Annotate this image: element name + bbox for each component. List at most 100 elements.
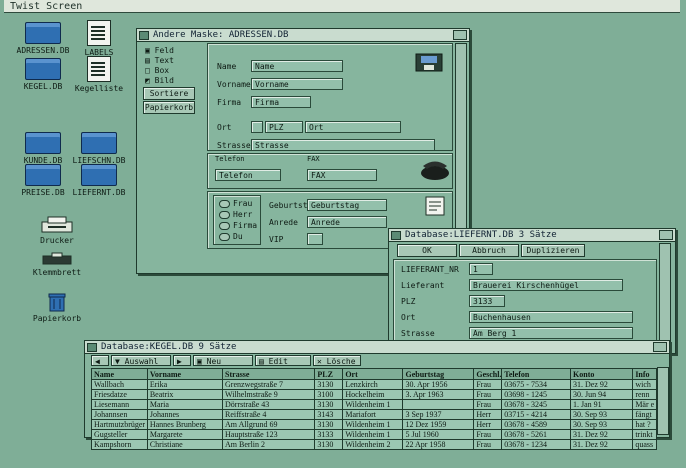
desktop-icon-liefernt[interactable]: LIEFERNT.DB: [62, 164, 136, 197]
form-window-titlebar[interactable]: Andere Maske: ADRESSEN.DB: [137, 29, 469, 42]
tool-box[interactable]: □ Box: [145, 66, 169, 75]
column-header[interactable]: Ort: [342, 368, 404, 380]
column-header[interactable]: Geburtstag: [402, 368, 475, 380]
table-cell: 30. Sep 93: [570, 419, 634, 430]
icon-label: Papierkorb: [32, 314, 82, 323]
radio-icon: [219, 199, 230, 208]
firma-field[interactable]: Firma: [251, 96, 311, 108]
form-window-title: Andere Maske: ADRESSEN.DB: [153, 30, 289, 40]
disk-icon: [415, 53, 443, 72]
ort-prefix-field[interactable]: [251, 121, 263, 133]
column-header[interactable]: Strasse: [222, 368, 316, 380]
screen-title-bar[interactable]: Twist Screen: [4, 0, 680, 13]
column-header[interactable]: Geschl.: [473, 368, 503, 380]
column-header[interactable]: Info: [632, 368, 657, 380]
table-cell: Herr: [473, 409, 503, 420]
papierkorb-button[interactable]: Papierkorb: [143, 101, 195, 114]
radio-frau[interactable]: Frau: [219, 199, 252, 208]
desktop-icon-papierkorb[interactable]: Papierkorb: [20, 292, 94, 323]
plz-field[interactable]: PLZ: [265, 121, 303, 133]
strasse-label: Strasse: [217, 141, 251, 150]
ok-button[interactable]: OK: [397, 244, 457, 257]
nav-first-icon[interactable]: ◀: [91, 355, 109, 366]
telephone-icon: [421, 161, 449, 180]
desktop-icon-kegelliste[interactable]: Kegelliste: [62, 56, 136, 93]
tool-label: Feld: [154, 46, 174, 55]
lieferant-field[interactable]: Brauerei Kirschenhügel: [469, 279, 623, 291]
neu-button[interactable]: ▣ Neu: [193, 355, 253, 366]
vip-field[interactable]: [307, 233, 323, 245]
strasse-field[interactable]: Am Berg 1: [469, 327, 633, 339]
tool-label: Text: [154, 56, 174, 65]
column-header[interactable]: Konto: [570, 368, 634, 380]
table-scrollbar[interactable]: [657, 367, 669, 435]
table-row[interactable]: Kampshorn Christiane Am Berlin 2 3130 Wilden…: [91, 439, 657, 450]
table-cell: Johannsen: [91, 409, 148, 420]
table-row[interactable]: Hartmutzbrüger Hannes Brunberg Am Allgrund…: [91, 419, 657, 430]
depth-icon[interactable]: [453, 30, 467, 40]
ok-label: OK: [422, 246, 432, 255]
table-cell: Reiffstraße 4: [222, 409, 316, 420]
strasse-label: Strasse: [401, 329, 435, 338]
strasse-field[interactable]: Strasse: [251, 139, 435, 151]
loesche-button[interactable]: ✕ Lösche: [313, 355, 361, 366]
edit-button[interactable]: ▤ Edit: [255, 355, 311, 366]
icon-label: KEGEL.DB: [23, 82, 63, 91]
column-header[interactable]: PLZ: [314, 368, 344, 380]
sortiere-button[interactable]: Sortiere: [143, 87, 195, 100]
tool-text[interactable]: ▤ Text: [145, 56, 174, 65]
table-cell: 3100: [314, 389, 344, 400]
desktop-icon-labels[interactable]: LABELS: [62, 20, 136, 57]
table-cell: Grenzwegstraße 7: [222, 379, 316, 390]
radio-firma[interactable]: Firma: [219, 221, 257, 230]
plz-field[interactable]: 3133: [469, 295, 505, 307]
anrede-field[interactable]: Anrede: [307, 216, 387, 228]
nav-next-icon[interactable]: ▶: [173, 355, 191, 366]
column-header[interactable]: Telefon: [501, 368, 572, 380]
table-row[interactable]: Liesemann Maria Dörrstraße 43 3130 Wildenhei…: [91, 399, 657, 410]
column-header[interactable]: Name: [91, 368, 148, 380]
desktop-icon-klemmbrett[interactable]: Klemmbrett: [20, 252, 94, 277]
table-cell: wich: [632, 379, 657, 390]
radio-herr[interactable]: Herr: [219, 210, 252, 219]
table-row[interactable]: Friesdatze Beatrix Wilhelmstraße 9 3100 Hock…: [91, 389, 657, 400]
radio-label: Frau: [233, 199, 253, 208]
table-window[interactable]: Database:KEGEL.DB 9 Sätze ◀ ▼ Auswahl ▶ …: [84, 340, 670, 450]
fax-field[interactable]: FAX: [307, 169, 377, 181]
table-cell: 3. Apr 1963: [402, 389, 475, 400]
close-icon[interactable]: [391, 231, 401, 240]
table-cell: Frau: [473, 429, 503, 440]
table-row[interactable]: Johannsen Johannes Reiffstraße 4 3143 Mariaf…: [91, 409, 657, 420]
table-cell: 30. Jun 94: [570, 389, 634, 400]
desktop-icon-liefschn[interactable]: LIEFSCHN.DB: [62, 132, 136, 165]
tool-feld[interactable]: ▣ Feld: [145, 46, 174, 55]
auswahl-button[interactable]: ▼ Auswahl: [111, 355, 171, 366]
column-header[interactable]: Vorname: [146, 368, 224, 380]
radio-du[interactable]: Du: [219, 232, 243, 241]
close-icon[interactable]: [139, 31, 149, 40]
vorname-field[interactable]: Vorname: [251, 78, 343, 90]
name-field[interactable]: Name: [251, 60, 343, 72]
duplizieren-button[interactable]: Duplizieren: [521, 244, 585, 257]
telefon-field[interactable]: Telefon: [215, 169, 281, 181]
tool-bild[interactable]: ◩ Bild: [145, 76, 174, 85]
tool-label: Bild: [154, 76, 174, 85]
table-cell: 30. Sep 93: [570, 409, 634, 420]
ort-field[interactable]: Buchenhausen: [469, 311, 633, 323]
depth-icon[interactable]: [653, 342, 667, 352]
table-cell: Frau: [473, 439, 503, 450]
desktop-icon-drucker[interactable]: Drucker: [20, 216, 94, 245]
table-window-titlebar[interactable]: Database:KEGEL.DB 9 Sätze: [85, 341, 669, 354]
abbruch-button[interactable]: Abbruch: [459, 244, 519, 257]
depth-icon[interactable]: [659, 230, 673, 240]
geburtstag-field[interactable]: Geburtstag: [307, 199, 387, 211]
supplier-window-titlebar[interactable]: Database:LIEFERNT.DB 3 Sätze: [389, 229, 675, 242]
close-icon[interactable]: [87, 343, 97, 352]
supplier-scrollbar[interactable]: [659, 243, 671, 351]
letter-icon: [425, 196, 445, 216]
lieferant-nr-field[interactable]: 1: [469, 263, 493, 275]
table-row[interactable]: Wallbach Erika Grenzwegstraße 7 3130 Lenzkir…: [91, 379, 657, 390]
ort-field[interactable]: Ort: [305, 121, 401, 133]
supplier-window[interactable]: Database:LIEFERNT.DB 3 Sätze OK Abbruch …: [388, 228, 676, 354]
table-row[interactable]: Gugsteller Margarete Hauptstraße 123 3133 Wi…: [91, 429, 657, 440]
